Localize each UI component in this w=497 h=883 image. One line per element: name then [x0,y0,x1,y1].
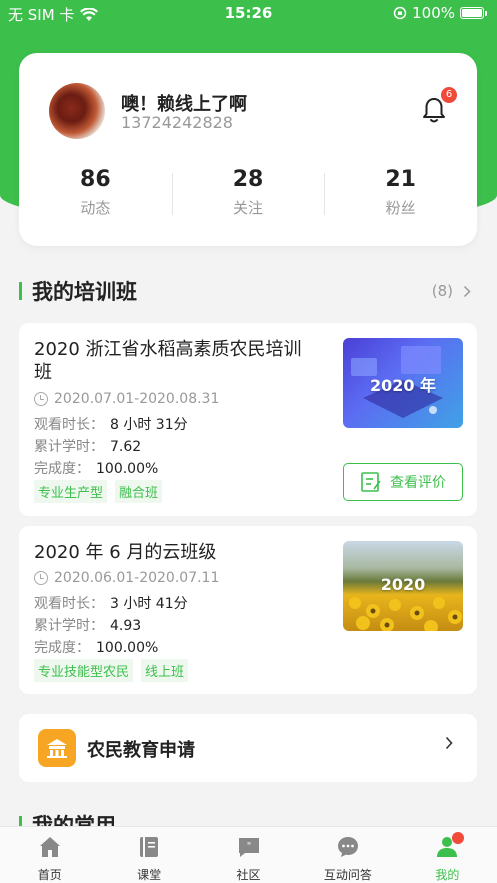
course-title: 2020 浙江省水稻高素质农民培训班 [34,339,302,383]
stat-value: 21 [385,167,416,192]
training-more-link[interactable]: (8) [432,282,471,300]
school-icon [38,729,76,767]
avatar[interactable] [49,83,105,139]
tab-mine[interactable]: 我的 [398,827,497,883]
unread-dot [451,832,464,844]
stats-row: 86 动态 28 关注 21 粉丝 [19,165,477,225]
clock-icon [34,571,48,585]
course-tag: 专业生产型 [34,480,108,503]
watch-time-row: 观看时长： 3 小时 41分 [34,596,188,612]
chevron-right-icon [463,285,471,297]
tab-home[interactable]: 首页 [0,827,99,883]
edit-note-icon [361,472,381,492]
battery-percent: 100% [412,4,455,22]
tab-community[interactable]: " 社区 [199,827,298,883]
chat-icon [337,837,358,857]
view-evaluation-button[interactable]: 查看评价 [343,463,463,501]
course-tags: 专业生产型 融合班 [34,480,163,503]
progress-row: 完成度： 100.00% [34,640,159,656]
battery-icon [460,7,484,19]
profile-card: 噢！赖线上了啊 13724242828 6 86 动态 28 关注 21 粉丝 [19,53,477,246]
clock-icon [34,392,48,406]
tab-qa[interactable]: 互动问答 [298,827,397,883]
quote-icon: " [238,838,259,857]
rotation-lock-icon [393,6,407,20]
stat-value: 86 [80,167,111,192]
credit-row: 累计学时： 4.93 [34,618,142,634]
thumbnail-caption: 2020 年 [369,376,437,395]
notification-badge: 6 [441,87,457,103]
bottom-tab-bar: 首页 课堂 " 社区 互动问答 我的 [0,826,497,883]
home-icon [39,837,60,857]
stat-followers[interactable]: 21 粉丝 [324,165,477,225]
course-tag: 专业技能型农民 [34,659,134,682]
user-phone: 13724242828 [121,113,233,132]
training-count: (8) [431,282,453,300]
apply-label: 农民教育申请 [87,740,195,761]
svg-text:": " [246,841,251,852]
status-bar: 无 SIM 卡 15:26 100% [0,0,497,28]
training-section-title: 我的培训班 [19,278,137,304]
section-accent-bar [19,282,22,300]
stat-label: 关注 [233,199,264,217]
tab-classroom[interactable]: 课堂 [99,827,198,883]
course-card[interactable]: 2020 浙江省水稻高素质农民培训班 2020.07.01-2020.08.31… [19,323,477,516]
course-date: 2020.06.01-2020.07.11 [34,570,219,586]
course-tag: 融合班 [115,480,163,503]
watch-time-row: 观看时长： 8 小时 31分 [34,417,188,433]
course-tags: 专业技能型农民 线上班 [34,659,189,682]
progress-row: 完成度： 100.00% [34,461,159,477]
thumbnail-caption: 2020 [380,575,426,594]
course-title: 2020 年 6 月的云班级 [34,542,217,563]
course-card[interactable]: 2020 年 6 月的云班级 2020.06.01-2020.07.11 观看时… [19,526,477,694]
book-icon [140,837,159,857]
chevron-right-icon [445,736,453,750]
course-thumbnail[interactable]: 2020 [343,541,463,631]
course-thumbnail[interactable]: 2020 年 [343,338,463,428]
credit-row: 累计学时： 7.62 [34,439,142,455]
farmer-education-apply-card[interactable]: 农民教育申请 [19,714,477,782]
stat-posts[interactable]: 86 动态 [19,165,172,225]
stat-label: 粉丝 [385,199,416,217]
stat-label: 动态 [80,199,111,217]
stat-following[interactable]: 28 关注 [171,165,325,225]
course-date: 2020.07.01-2020.08.31 [34,391,219,407]
course-tag: 线上班 [141,659,189,682]
stat-value: 28 [232,167,264,192]
